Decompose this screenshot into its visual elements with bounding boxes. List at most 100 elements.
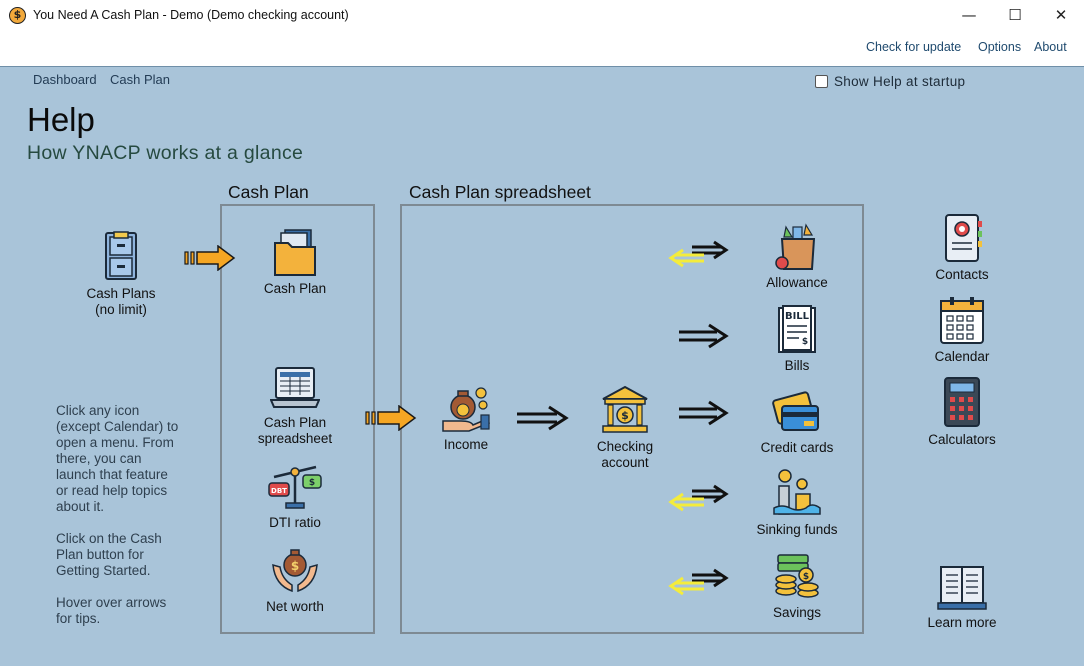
bills-arrow[interactable]: [677, 323, 729, 349]
hint-line: or read help topics: [56, 483, 168, 498]
cash-plans-sublabel: (no limit): [95, 302, 147, 317]
cash-plan-node[interactable]: Cash Plan: [252, 227, 338, 297]
dti-dollar-text: $: [309, 478, 315, 488]
help-hint-getting-started: Click on the Cash Plan button for Gettin…: [56, 531, 206, 579]
credit-cards-node[interactable]: Credit cards: [752, 386, 842, 456]
bills-label: Bills: [784, 358, 810, 373]
minimize-button[interactable]: —: [946, 0, 992, 31]
about-link[interactable]: About: [1034, 40, 1067, 54]
sinking-funds-node[interactable]: Sinking funds: [748, 468, 846, 538]
check-for-update-link[interactable]: Check for update: [866, 40, 961, 54]
hint-line: about it.: [56, 499, 105, 514]
dti-badge-text: DBT: [271, 487, 287, 495]
calendar-node: Calendar: [922, 295, 1002, 365]
savings-label: Savings: [772, 605, 822, 620]
show-help-checkbox[interactable]: [815, 75, 828, 88]
filing-cabinet-icon: [105, 231, 137, 280]
calculators-node[interactable]: Calculators: [917, 376, 1007, 448]
savings-two-way-arrow[interactable]: [668, 567, 730, 597]
window-title: You Need A Cash Plan - Demo (Demo checki…: [33, 8, 349, 22]
dti-ratio-label: DTI ratio: [269, 515, 321, 530]
grocery-bag-icon: [775, 223, 816, 270]
folder-icon: [274, 229, 316, 276]
page-title: Help: [27, 101, 95, 138]
savings-node[interactable]: $ Savings: [752, 551, 842, 621]
credit-cards-arrow[interactable]: [677, 400, 729, 426]
show-help-label[interactable]: Show Help at startup: [834, 74, 965, 89]
income-money-bag-icon: [442, 387, 491, 432]
contacts-book-icon: [945, 214, 982, 262]
maximize-button[interactable]: ☐: [992, 0, 1038, 31]
help-hint-hover-arrows: Hover over arrows for tips.: [56, 595, 206, 627]
cash-plan-label: Cash Plan: [263, 281, 327, 296]
credit-cards-label: Credit cards: [760, 440, 834, 455]
net-worth-label: Net worth: [266, 599, 324, 614]
calendar-label: Calendar: [934, 349, 990, 364]
bill-dollar-text: $: [802, 337, 808, 347]
close-button[interactable]: ✕: [1038, 0, 1084, 31]
learn-more-node[interactable]: Learn more: [917, 565, 1007, 631]
checking-account-sublabel: account: [601, 455, 649, 470]
orange-arrow-to-cash-plan[interactable]: [184, 245, 236, 271]
sinking-funds-icon: [773, 469, 821, 515]
hint-line: for tips.: [56, 611, 101, 626]
section-title-cash-plan: Cash Plan: [228, 182, 309, 202]
checking-account-label: Checking: [596, 439, 654, 454]
bill-icon: BILL $: [778, 305, 816, 353]
cash-plans-node[interactable]: Cash Plans (no limit): [71, 230, 171, 318]
dti-ratio-node[interactable]: DBT $ DTI ratio: [252, 463, 338, 531]
learn-more-label: Learn more: [927, 615, 997, 630]
app-dollar-icon: $: [9, 7, 26, 24]
nav-dashboard[interactable]: Dashboard: [33, 72, 97, 87]
spreadsheet-node[interactable]: Cash Plan spreadsheet: [247, 365, 343, 447]
balance-scale-icon: DBT $: [268, 465, 322, 509]
contacts-label: Contacts: [935, 267, 989, 282]
bank-icon: $: [602, 385, 648, 433]
laptop-spreadsheet-icon: [270, 367, 320, 408]
income-label: Income: [443, 437, 489, 452]
checking-account-node[interactable]: $ Checking account: [585, 385, 665, 471]
spreadsheet-label: Cash Plan: [263, 415, 327, 430]
hint-line: Getting Started.: [56, 563, 151, 578]
hint-line: Hover over arrows: [56, 595, 167, 610]
income-node[interactable]: Income: [430, 385, 502, 453]
help-hint-click-icon: Click any icon (except Calendar) to open…: [56, 403, 206, 515]
cash-plans-label: Cash Plans: [86, 286, 156, 301]
coin-stack-icon: $: [775, 554, 819, 598]
sinking-funds-two-way-arrow[interactable]: [668, 483, 730, 513]
hint-line: launch that feature: [56, 467, 168, 482]
black-arrow-to-checking[interactable]: [515, 405, 569, 431]
credit-card-icon: [772, 391, 819, 431]
savings-dollar-text: $: [803, 572, 809, 582]
contacts-node[interactable]: Contacts: [922, 213, 1002, 283]
hint-line: Plan button for: [56, 547, 144, 562]
allowance-two-way-arrow[interactable]: [668, 239, 730, 269]
spreadsheet-sublabel: spreadsheet: [257, 431, 333, 446]
hands-money-bag-icon: $: [272, 549, 318, 593]
calculators-label: Calculators: [928, 432, 996, 447]
calculator-icon: [944, 377, 980, 427]
help-page: Dashboard Cash Plan Show Help at startup…: [0, 67, 1084, 666]
allowance-label: Allowance: [766, 275, 828, 290]
orange-arrow-to-income[interactable]: [365, 405, 417, 431]
hint-line: open a menu. From: [56, 435, 174, 450]
hint-line: Click any icon: [56, 403, 140, 418]
bill-text: BILL: [785, 311, 810, 322]
hint-line: (except Calendar) to: [56, 419, 179, 434]
open-book-icon: [937, 566, 987, 610]
nav-cash-plan[interactable]: Cash Plan: [110, 72, 170, 87]
net-worth-dollar-text: $: [291, 559, 299, 573]
bank-dollar-text: $: [621, 409, 629, 422]
net-worth-node[interactable]: $ Net worth: [252, 545, 338, 615]
section-title-spreadsheet: Cash Plan spreadsheet: [409, 182, 591, 202]
options-link[interactable]: Options: [978, 40, 1021, 54]
menu-bar: Check for update Options About: [0, 31, 1084, 67]
calendar-icon: [940, 297, 984, 344]
allowance-node[interactable]: Allowance: [752, 221, 842, 291]
page-subtitle: How YNACP works at a glance: [27, 142, 304, 164]
title-bar: $ You Need A Cash Plan - Demo (Demo chec…: [0, 0, 1084, 31]
hint-line: there, you can: [56, 451, 142, 466]
hint-line: Click on the Cash: [56, 531, 162, 546]
bills-node[interactable]: BILL $ Bills: [752, 304, 842, 374]
sinking-funds-label: Sinking funds: [756, 522, 838, 537]
